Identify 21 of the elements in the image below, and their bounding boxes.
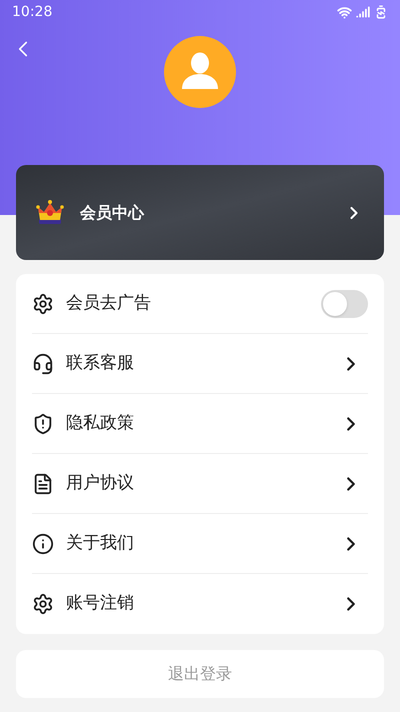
document-icon (32, 472, 54, 494)
setting-label: 隐私政策 (66, 412, 135, 435)
setting-label: 用户协议 (66, 472, 135, 495)
wifi-icon (337, 4, 352, 20)
setting-label: 账号注销 (66, 592, 135, 616)
avatar-icon (164, 36, 236, 108)
crown-icon (36, 199, 64, 226)
member-center-title: 会员中心 (80, 202, 146, 224)
gear-icon (32, 292, 54, 314)
battery-icon (374, 5, 388, 19)
headset-icon (32, 352, 54, 374)
setting-label: 会员去广告 (66, 292, 152, 315)
member-center-card[interactable]: 会员中心 (16, 165, 384, 260)
status-time: 10:28 (12, 2, 52, 22)
signal-icon (356, 5, 370, 19)
setting-label: 联系客服 (66, 352, 135, 375)
gear-icon (32, 593, 54, 615)
toggle-switch[interactable] (321, 290, 368, 318)
info-icon (32, 532, 54, 554)
shield-icon (32, 412, 54, 434)
setting-label: 关于我们 (66, 532, 135, 555)
